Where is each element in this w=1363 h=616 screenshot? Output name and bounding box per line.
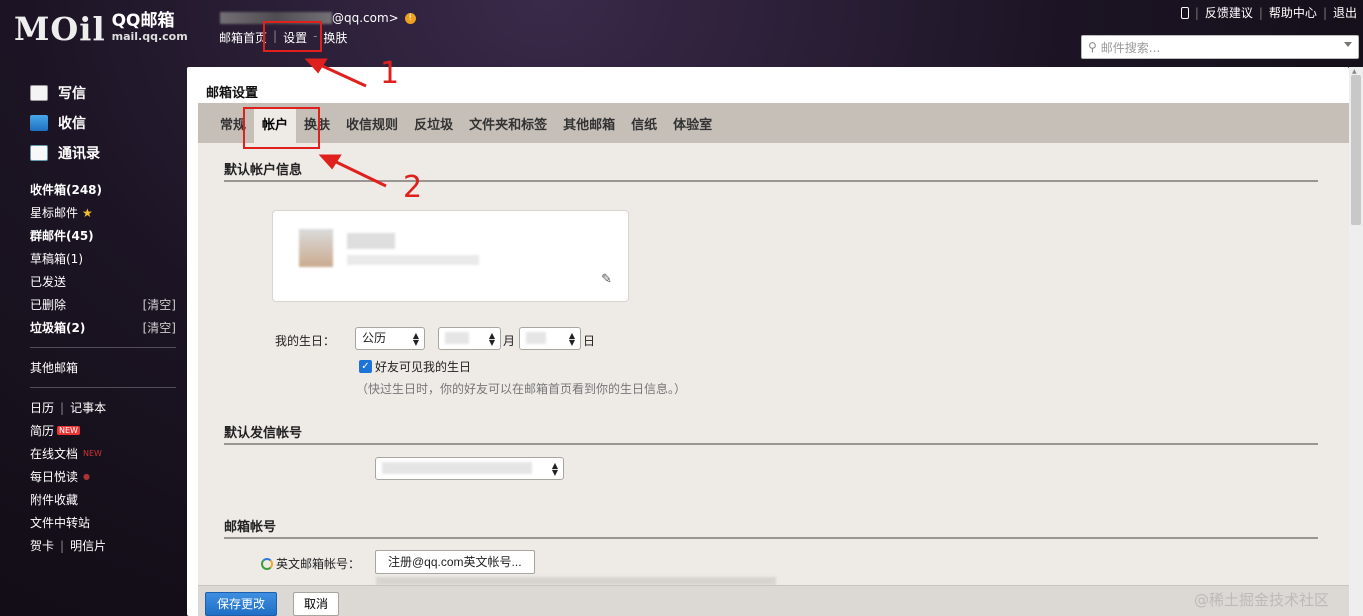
annotation-arrows	[304, 58, 387, 188]
annotation-arrow-1	[317, 62, 367, 88]
arrow-head-icon	[304, 58, 328, 74]
annotation-number-1: 1	[380, 56, 400, 91]
annotation-arrow-2	[331, 158, 387, 188]
annotation-number-2: 2	[403, 170, 423, 205]
arrow-head-icon	[318, 154, 342, 170]
